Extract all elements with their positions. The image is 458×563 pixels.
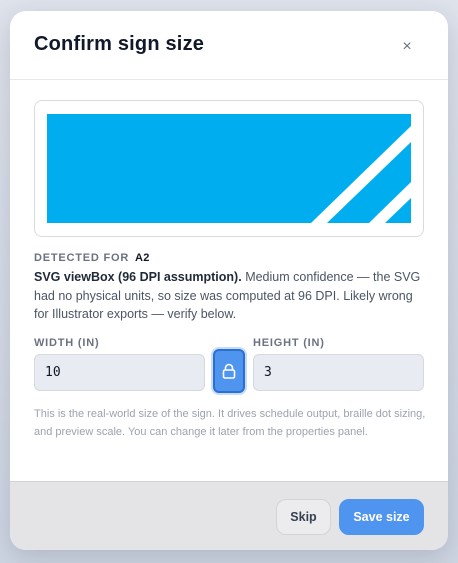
close-icon: ×	[402, 38, 412, 55]
aspect-lock-button[interactable]	[213, 349, 245, 393]
close-button[interactable]: ×	[396, 36, 418, 58]
detected-for-label: DETECTED FOR	[34, 252, 130, 264]
height-label: HEIGHT (IN)	[253, 337, 325, 349]
detection-description: SVG viewBox (96 DPI assumption). Medium …	[34, 268, 426, 324]
sign-preview-graphic	[47, 114, 411, 223]
height-input[interactable]: 3	[253, 354, 424, 391]
dialog-header: Confirm sign size ×	[10, 11, 448, 80]
sign-preview-fill	[47, 114, 411, 223]
width-input[interactable]: 10	[34, 354, 205, 391]
detection-method: SVG viewBox (96 DPI assumption).	[34, 270, 242, 284]
detected-code: A2	[135, 252, 150, 264]
dialog-footer: Skip Save size	[10, 481, 448, 550]
save-size-button[interactable]: Save size	[339, 499, 424, 535]
detected-for-line: DETECTED FOR A2	[34, 252, 150, 264]
width-label: WIDTH (IN)	[34, 337, 100, 349]
confirm-sign-size-dialog: Confirm sign size × DETECTED FOR A2 SVG …	[10, 11, 448, 550]
lock-icon	[222, 363, 236, 379]
skip-button[interactable]: Skip	[276, 499, 331, 535]
help-text: This is the real-world size of the sign.…	[34, 408, 426, 438]
dialog-title: Confirm sign size	[34, 33, 205, 55]
sign-preview	[34, 100, 424, 237]
